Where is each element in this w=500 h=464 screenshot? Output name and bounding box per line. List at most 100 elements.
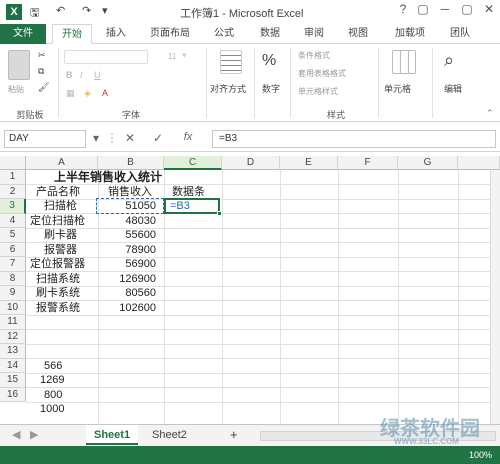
- fill-handle[interactable]: [217, 211, 222, 216]
- column-header-c[interactable]: C: [164, 156, 222, 170]
- cancel-icon[interactable]: ✕: [122, 131, 138, 145]
- column-header-b[interactable]: B: [98, 156, 164, 170]
- revenue-cell[interactable]: 102600: [98, 301, 156, 315]
- alignment-button[interactable]: 对齐方式: [210, 82, 246, 95]
- scroll-sheets-right-icon[interactable]: ▶: [22, 425, 46, 445]
- row-header[interactable]: 14: [0, 358, 26, 373]
- collapse-ribbon-icon[interactable]: ⌃: [486, 108, 494, 119]
- cut-icon[interactable]: ✂: [38, 50, 46, 61]
- vertical-scrollbar[interactable]: [490, 170, 500, 424]
- row-header[interactable]: 4: [0, 213, 26, 228]
- row-header[interactable]: 7: [0, 257, 26, 272]
- underline-icon[interactable]: U: [94, 70, 101, 80]
- tab-addins[interactable]: 加载项: [386, 24, 434, 44]
- tab-formulas[interactable]: 公式: [204, 24, 244, 44]
- column-header-a[interactable]: A: [26, 156, 98, 170]
- conditional-format-button[interactable]: 条件格式: [298, 50, 330, 61]
- cell-style-button[interactable]: 单元格样式: [298, 86, 338, 97]
- row-header[interactable]: 1: [0, 170, 26, 185]
- fill-color-icon[interactable]: ◈: [84, 88, 91, 99]
- sheet-title-cell[interactable]: 上半年销售收入统计: [54, 170, 162, 184]
- value-cell[interactable]: 566: [44, 359, 62, 373]
- ribbon-display-icon[interactable]: ▢: [414, 2, 432, 16]
- font-name-combobox[interactable]: [64, 50, 148, 64]
- product-cell[interactable]: 报警器: [44, 243, 77, 257]
- redo-icon[interactable]: ↷: [82, 4, 91, 17]
- border-icon[interactable]: ▦: [66, 88, 75, 99]
- tab-review[interactable]: 审阅: [294, 24, 334, 44]
- editing-button[interactable]: 编辑: [444, 82, 462, 95]
- column-header-e[interactable]: E: [280, 156, 338, 170]
- row-header[interactable]: 8: [0, 271, 26, 286]
- revenue-cell[interactable]: 126900: [98, 272, 156, 286]
- select-all-button[interactable]: [0, 156, 26, 170]
- row-header[interactable]: 13: [0, 344, 26, 359]
- column-header-f[interactable]: F: [338, 156, 398, 170]
- undo-icon[interactable]: ↶: [56, 4, 65, 17]
- product-cell[interactable]: 定位扫描枪: [30, 214, 85, 228]
- tab-team[interactable]: 团队: [440, 24, 480, 44]
- tab-page-layout[interactable]: 页面布局: [140, 24, 200, 44]
- font-color-icon[interactable]: A: [102, 88, 108, 98]
- header-cell-databar[interactable]: 数据条: [172, 185, 205, 199]
- column-header-g[interactable]: G: [398, 156, 458, 170]
- header-cell-product[interactable]: 产品名称: [36, 185, 80, 199]
- format-painter-icon[interactable]: 🖌: [38, 82, 49, 93]
- revenue-cell[interactable]: 48030: [98, 214, 156, 228]
- binoculars-icon[interactable]: ⌕: [444, 50, 466, 76]
- row-header[interactable]: 3: [0, 199, 26, 214]
- view-buttons[interactable]: [300, 446, 360, 464]
- row-header[interactable]: 6: [0, 242, 26, 257]
- bold-icon[interactable]: B: [66, 70, 73, 80]
- close-icon[interactable]: ✕: [480, 2, 498, 16]
- revenue-cell[interactable]: 56900: [98, 257, 156, 271]
- product-cell[interactable]: 定位报警器: [30, 257, 85, 271]
- cells-icon[interactable]: [392, 50, 416, 74]
- revenue-cell[interactable]: 55600: [98, 228, 156, 242]
- editing-cell-content[interactable]: =B3: [170, 199, 190, 213]
- row-header[interactable]: 15: [0, 373, 26, 388]
- save-icon[interactable]: 🖫: [30, 4, 39, 23]
- add-sheet-icon[interactable]: +: [222, 425, 246, 445]
- product-cell[interactable]: 报警系统: [36, 301, 80, 315]
- revenue-cell[interactable]: 80560: [98, 286, 156, 300]
- formula-input[interactable]: =B3: [212, 130, 496, 148]
- product-cell[interactable]: 刷卡器: [44, 228, 77, 242]
- worksheet-grid[interactable]: A B C D E F G 1 2 3 4 5 6 7 8 9 10 11 12…: [0, 156, 500, 424]
- font-size-dropdown-icon[interactable]: ▾: [182, 50, 187, 61]
- table-format-button[interactable]: 套用表格格式: [298, 68, 346, 79]
- tab-insert[interactable]: 插入: [96, 24, 136, 44]
- insert-function-icon[interactable]: fx: [180, 131, 196, 143]
- font-size-combobox[interactable]: 11: [168, 52, 176, 61]
- value-cell[interactable]: 800: [44, 388, 62, 402]
- header-cell-revenue[interactable]: 销售收入: [108, 185, 152, 199]
- row-header[interactable]: 2: [0, 184, 26, 199]
- row-header[interactable]: 10: [0, 300, 26, 315]
- product-cell[interactable]: 扫描系统: [36, 272, 80, 286]
- copy-icon[interactable]: ⧉: [38, 66, 44, 77]
- alignment-icon[interactable]: [220, 50, 242, 74]
- value-cell[interactable]: 1000: [40, 402, 64, 416]
- tab-home[interactable]: 开始: [52, 24, 92, 44]
- enter-icon[interactable]: ✓: [150, 131, 166, 145]
- maximize-icon[interactable]: ▢: [458, 2, 476, 16]
- paste-icon[interactable]: [8, 50, 30, 80]
- help-icon[interactable]: ?: [394, 2, 412, 16]
- tab-file[interactable]: 文件: [0, 24, 46, 44]
- row-header[interactable]: 16: [0, 387, 26, 402]
- cells-button[interactable]: 单元格: [384, 82, 411, 95]
- row-header[interactable]: 12: [0, 329, 26, 344]
- row-header[interactable]: 5: [0, 228, 26, 243]
- tab-view[interactable]: 视图: [338, 24, 378, 44]
- product-cell[interactable]: 刷卡系统: [36, 286, 80, 300]
- tab-data[interactable]: 数据: [250, 24, 290, 44]
- revenue-cell[interactable]: 78900: [98, 243, 156, 257]
- minimize-icon[interactable]: ─: [436, 2, 454, 16]
- sheet-tab-sheet2[interactable]: Sheet2: [144, 425, 195, 445]
- name-box[interactable]: DAY: [4, 130, 86, 148]
- column-header-h[interactable]: [458, 156, 500, 170]
- italic-icon[interactable]: I: [80, 70, 83, 80]
- product-cell[interactable]: 扫描枪: [44, 199, 77, 213]
- name-box-dropdown-icon[interactable]: ▾: [88, 131, 104, 145]
- row-header[interactable]: 9: [0, 286, 26, 301]
